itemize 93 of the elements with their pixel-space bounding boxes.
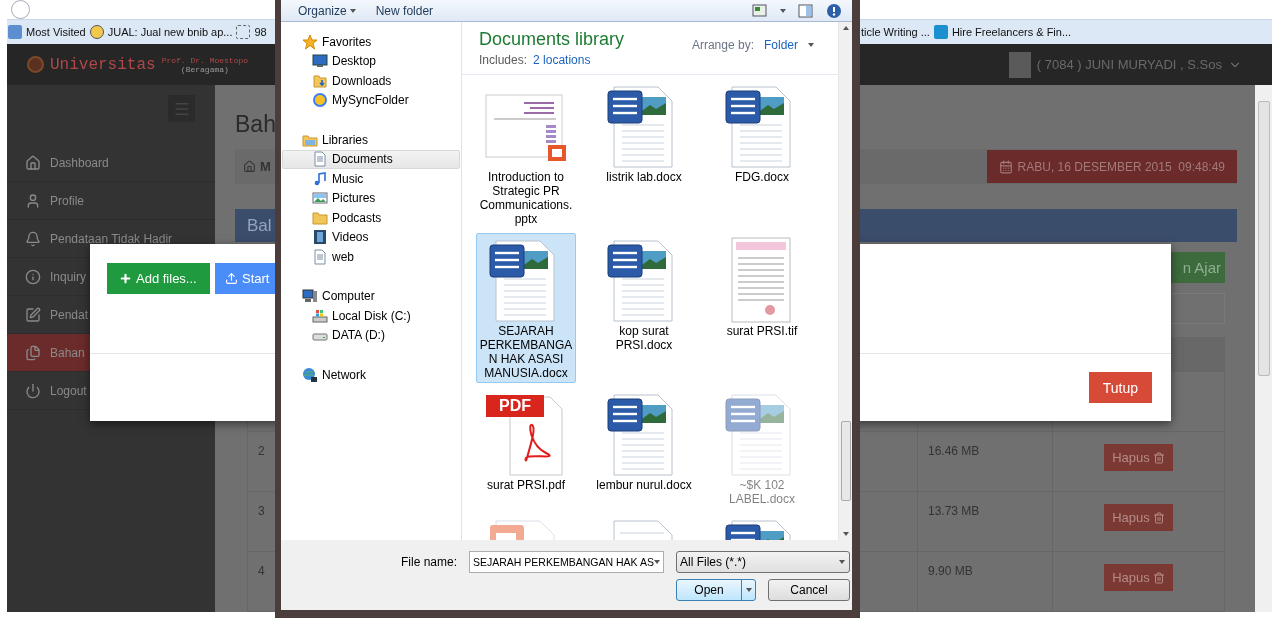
music-note-icon — [312, 170, 328, 187]
hard-disk-icon — [312, 307, 328, 324]
home-icon — [25, 154, 41, 171]
open-button[interactable]: Open — [676, 579, 756, 601]
file-type-dropdown[interactable]: All Files (*.*) — [676, 551, 850, 573]
edit-icon — [25, 306, 41, 323]
trash-icon — [1152, 571, 1165, 584]
change-view-icon[interactable] — [752, 3, 768, 18]
picture-icon — [312, 190, 328, 207]
caret-icon[interactable] — [808, 43, 814, 47]
brand-note: (Beragama) — [180, 64, 229, 74]
document-icon — [312, 151, 328, 168]
home-icon — [243, 160, 256, 174]
page-title: Bah — [235, 110, 276, 139]
nav-item[interactable]: Desktop — [282, 51, 460, 71]
cancel-button[interactable]: Cancel — [768, 579, 850, 601]
calendar-icon — [998, 159, 1013, 174]
preview-pane-icon[interactable] — [798, 3, 814, 18]
bookmark-link[interactable]: ticle Writing ... — [861, 26, 930, 38]
page-scrollbar[interactable] — [1255, 85, 1272, 612]
date-text: RABU, 16 DESEMBER 2015 09:48:49 — [1017, 159, 1225, 174]
brand-name: Universitas — [50, 55, 156, 74]
file-item[interactable]: Introduction to Strategic PR Communications.pptx — [476, 79, 576, 229]
library-title: Documents library — [479, 29, 625, 50]
nav-item[interactable]: web — [282, 247, 460, 267]
nav-item[interactable]: Videos — [282, 227, 460, 247]
nav-item[interactable]: Network — [282, 365, 460, 385]
folder-icon — [312, 209, 328, 226]
file-name-field[interactable]: SEJARAH PERKEMBANGAN HAK AS — [469, 551, 664, 573]
table-cell: 16.46 MB — [928, 444, 980, 458]
nav-item[interactable]: Computer — [282, 286, 460, 306]
vertical-scrollbar[interactable] — [838, 22, 852, 540]
file-name-label: File name: — [400, 555, 457, 569]
bell-icon — [25, 230, 41, 247]
file-item[interactable]: ~$K 102 LABEL.docx — [712, 387, 812, 509]
bookmark-link[interactable]: Most Visited — [8, 25, 86, 39]
new-folder-button[interactable]: New folder — [375, 3, 434, 18]
locations-link[interactable]: 2 locations — [533, 53, 591, 67]
sync-folder-icon — [312, 92, 328, 109]
nav-item[interactable]: Local Disk (C:) — [282, 306, 460, 326]
file-item[interactable]: surat PRSI.tif — [712, 233, 812, 383]
nav-item[interactable]: MySyncFolder — [282, 90, 460, 110]
back-button[interactable] — [11, 0, 30, 19]
film-icon — [312, 229, 328, 246]
file-item[interactable]: listrik lab.docx — [594, 79, 694, 229]
nav-item[interactable]: Podcasts — [282, 208, 460, 228]
table-cell: 13.73 MB — [928, 504, 980, 518]
caret-icon[interactable] — [780, 8, 786, 13]
bookmark-link[interactable]: 98 — [236, 25, 267, 39]
avatar-photo — [1008, 51, 1031, 78]
close-button[interactable]: Tutup — [1088, 372, 1152, 403]
table-cell: 3 — [258, 504, 265, 518]
computer-icon — [302, 288, 318, 305]
trash-icon — [1152, 451, 1165, 464]
files-icon — [25, 344, 41, 361]
monitor-icon — [312, 53, 328, 70]
crest-logo-icon — [27, 56, 44, 73]
plus-icon — [119, 272, 132, 285]
panel-title: Bal — [247, 215, 272, 236]
folder-download-icon — [312, 72, 328, 89]
power-icon — [25, 382, 41, 399]
nav-item[interactable]: Downloads — [282, 71, 460, 91]
nav-item[interactable]: Libraries — [282, 130, 460, 150]
bookmark-link[interactable]: JUAL: Jual new bnib ap... — [89, 25, 233, 39]
organize-menu[interactable]: Organize — [298, 3, 356, 18]
table-cell: 9.90 MB — [928, 564, 973, 578]
table-cell: 4 — [258, 564, 265, 578]
brand-subtitle: Prof. Dr. Moestopo — [161, 55, 249, 65]
nav-item[interactable]: Favorites — [282, 32, 460, 52]
arrange-dropdown[interactable]: Folder — [764, 38, 798, 52]
nav-item[interactable]: DATA (D:) — [282, 325, 460, 345]
includes-label: Includes: — [479, 53, 528, 67]
scanned-letter-icon — [730, 236, 794, 326]
bookmark-link[interactable]: Hire Freelancers & Fin... — [933, 25, 1072, 39]
info-icon — [25, 268, 41, 285]
nav-item[interactable]: Pictures — [282, 188, 460, 208]
document-icon — [312, 248, 328, 265]
table-cell: 2 — [258, 444, 265, 458]
nav-item[interactable]: Music — [282, 169, 460, 189]
file-item[interactable]: FDG.docx — [712, 79, 812, 229]
file-item[interactable]: lembur nurul.docx — [594, 387, 694, 509]
add-files-button[interactable]: Add files... — [107, 263, 210, 294]
file-item[interactable]: SEJARAH PERKEMBANGAN HAK ASASI MANUSIA.docx — [476, 233, 576, 383]
nav-item[interactable]: Documents — [282, 149, 460, 169]
upload-icon — [225, 272, 238, 285]
file-item[interactable]: kop surat PRSI.docx — [594, 233, 694, 383]
user-icon — [25, 192, 41, 209]
trash-icon — [1152, 511, 1165, 524]
menu-toggle-button[interactable] — [168, 95, 195, 122]
network-globe-icon — [302, 366, 318, 383]
arrange-label: Arrange by: — [691, 38, 754, 52]
dotted-square-icon — [236, 25, 251, 39]
file-item[interactable]: PDF surat PRSI.pdf — [476, 387, 576, 509]
